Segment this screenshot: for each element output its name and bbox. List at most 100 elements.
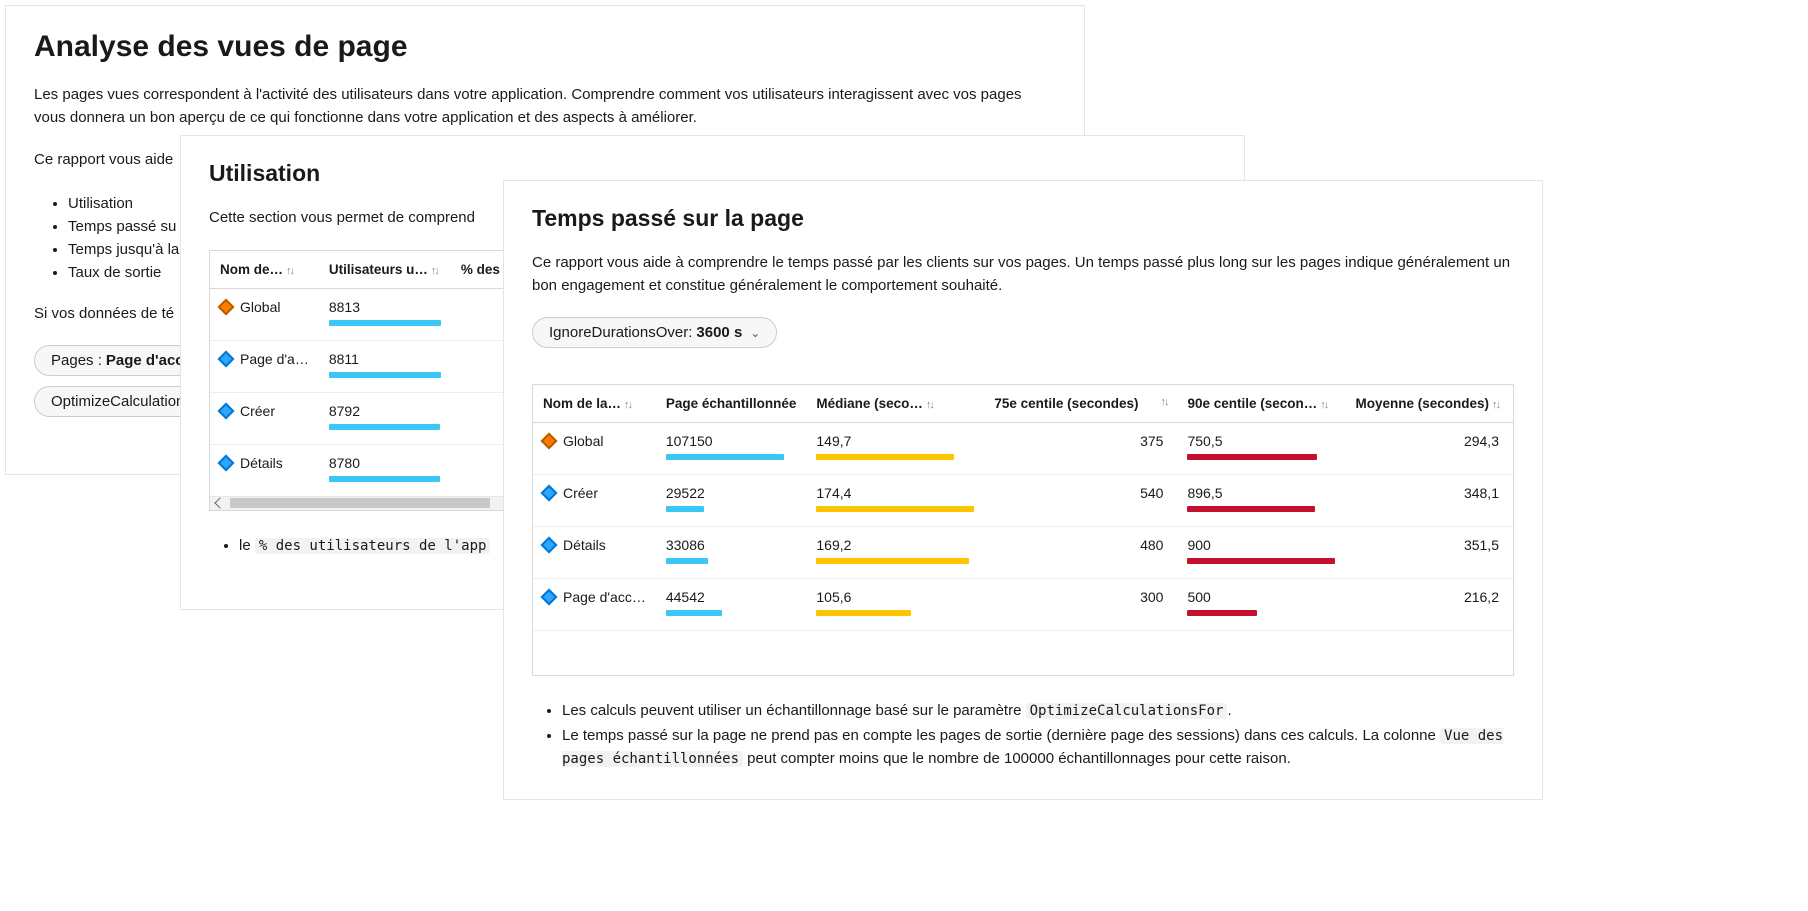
users-value: 8780 — [329, 455, 441, 471]
median-value: 174,4 — [816, 485, 974, 501]
p75-cell: 375 — [984, 423, 1177, 475]
code-span: OptimizeCalculationsFor — [1026, 703, 1228, 719]
scroll-thumb[interactable] — [230, 498, 490, 508]
table-row[interactable]: Global 107150 149,7 375 750,5 294,3 — [533, 423, 1513, 475]
time-notes: Les calculs peuvent utiliser un échantil… — [532, 700, 1514, 771]
p90-cell: 750,5 — [1187, 433, 1335, 460]
time-on-page-panel: Temps passé sur la page Ce rapport vous … — [503, 180, 1543, 800]
bar — [666, 506, 704, 512]
scroll-left-icon[interactable] — [214, 497, 225, 508]
pill-value: 3600 s — [696, 324, 742, 341]
row-label: Créer — [543, 485, 646, 501]
diamond-icon — [541, 537, 558, 554]
bar — [1187, 558, 1335, 564]
row-name: Global — [563, 433, 603, 449]
section-title: Temps passé sur la page — [532, 205, 1514, 232]
sort-icon: ↑↓ — [926, 399, 933, 411]
p75-cell: 480 — [984, 527, 1177, 579]
bar — [666, 610, 722, 616]
row-label: Page d'acc… — [543, 589, 646, 605]
col-sampled[interactable]: Page échantillonnée — [656, 385, 807, 423]
row-name: Page d'acc… — [563, 589, 646, 605]
section-desc: Ce rapport vous aide à comprendre le tem… — [532, 252, 1514, 297]
sort-icon: ↑↓ — [624, 399, 631, 411]
diamond-icon — [541, 589, 558, 606]
col-p75[interactable]: 75e centile (secondes)↑↓ — [984, 385, 1177, 423]
pill-label: Pages : — [51, 352, 102, 369]
bar — [816, 506, 974, 512]
p75-cell: 300 — [984, 579, 1177, 631]
sort-icon: ↑↓ — [1492, 399, 1499, 411]
row-label: Global — [543, 433, 646, 449]
sort-icon: ↑↓ — [1160, 396, 1167, 408]
sampled-value: 29522 — [666, 485, 797, 501]
row-label: Détails — [220, 455, 309, 471]
table-row[interactable]: Page d'acc…44542105,6300500216,2 — [533, 579, 1513, 631]
col-name[interactable]: Nom de…↑↓ — [210, 251, 319, 289]
row-name: Créer — [563, 485, 598, 501]
col-avg[interactable]: Moyenne (secondes)↑↓ — [1345, 385, 1513, 423]
users-value: 8811 — [329, 351, 441, 367]
p90-cell: 900 — [1187, 537, 1335, 564]
median-value: 149,7 — [816, 433, 974, 449]
users-value: 8792 — [329, 403, 441, 419]
sampled-cell: 33086 — [666, 537, 797, 564]
users-cell: 8813 — [329, 299, 441, 326]
sort-icon: ↑↓ — [1320, 399, 1327, 411]
pill-value: OptimizeCalculations — [51, 393, 192, 410]
p75-cell: 540 — [984, 475, 1177, 527]
col-median[interactable]: Médiane (seco…↑↓ — [806, 385, 984, 423]
sampled-cell: 44542 — [666, 589, 797, 616]
avg-cell: 294,3 — [1345, 423, 1513, 475]
page-title: Analyse des vues de page — [34, 30, 1056, 64]
sampled-value: 44542 — [666, 589, 797, 605]
bar — [1187, 506, 1315, 512]
median-value: 169,2 — [816, 537, 974, 553]
note-item: Les calculs peuvent utiliser un échantil… — [562, 700, 1514, 723]
median-cell: 105,6 — [816, 589, 974, 616]
median-value: 105,6 — [816, 589, 974, 605]
sampled-cell: 107150 — [666, 433, 797, 460]
users-value: 8813 — [329, 299, 441, 315]
table-row[interactable]: Créer 29522 174,4 540 896,5 348,1 — [533, 475, 1513, 527]
sampled-cell: 29522 — [666, 485, 797, 512]
col-name[interactable]: Nom de la…↑↓ — [533, 385, 656, 423]
col-p90[interactable]: 90e centile (secon…↑↓ — [1177, 385, 1345, 423]
col-users[interactable]: Utilisateurs u…↑↓ — [319, 251, 451, 289]
note-item: Le temps passé sur la page ne prend pas … — [562, 725, 1514, 770]
p90-cell: 500 — [1187, 589, 1335, 616]
p90-value: 896,5 — [1187, 485, 1335, 501]
avg-cell: 348,1 — [1345, 475, 1513, 527]
p90-cell: 896,5 — [1187, 485, 1335, 512]
bar — [816, 610, 911, 616]
bar — [666, 454, 784, 460]
row-name: Global — [240, 299, 280, 315]
sampled-value: 107150 — [666, 433, 797, 449]
table-row[interactable]: Détails33086169,2480900351,5 — [533, 527, 1513, 579]
median-cell: 149,7 — [816, 433, 974, 460]
row-label: Créer — [220, 403, 309, 419]
median-cell: 169,2 — [816, 537, 974, 564]
bar — [329, 320, 441, 326]
bar — [329, 476, 440, 482]
diamond-icon — [218, 298, 235, 315]
row-name: Détails — [240, 455, 283, 471]
avg-cell: 351,5 — [1345, 527, 1513, 579]
pill-label: IgnoreDurationsOver: — [549, 324, 692, 341]
median-cell: 174,4 — [816, 485, 974, 512]
diamond-icon — [218, 402, 235, 419]
bar — [329, 372, 441, 378]
p90-value: 500 — [1187, 589, 1335, 605]
row-name: Page d'a… — [240, 351, 309, 367]
chevron-down-icon: ⌄ — [750, 326, 760, 340]
row-label: Page d'a… — [220, 351, 309, 367]
row-label: Global — [220, 299, 309, 315]
ignore-durations-pill[interactable]: IgnoreDurationsOver: 3600 s ⌄ — [532, 317, 777, 348]
users-cell: 8780 — [329, 455, 441, 482]
bar — [666, 558, 708, 564]
sort-icon: ↑↓ — [431, 265, 438, 277]
intro-text: Les pages vues correspondent à l'activit… — [34, 84, 1056, 129]
time-table-container: Nom de la…↑↓ Page échantillonnée Médiane… — [532, 384, 1514, 676]
diamond-icon — [218, 350, 235, 367]
row-name: Créer — [240, 403, 275, 419]
